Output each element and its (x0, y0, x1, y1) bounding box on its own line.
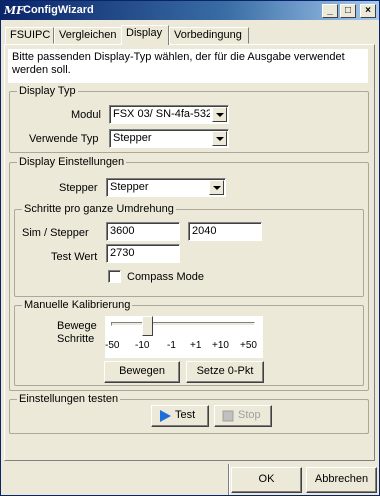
slider-track[interactable] (111, 322, 255, 326)
verwende-typ-label: Verwende Typ (29, 133, 99, 145)
stepper-label: Stepper (59, 182, 98, 194)
compass-mode-label[interactable]: Compass Mode (127, 271, 204, 283)
verwende-typ-select[interactable]: Stepper (109, 129, 229, 148)
footer-divider (228, 464, 230, 495)
stop-button-label: Stop (238, 409, 261, 421)
window-title: ConfigWizard (23, 4, 94, 16)
tab-fsuipc[interactable]: FSUIPC (5, 27, 54, 44)
tab-display[interactable]: Display (121, 25, 169, 45)
modul-select[interactable]: FSX 03/ SN-4fa-532 (109, 105, 229, 124)
play-icon (160, 410, 171, 422)
stepper-steps-input[interactable]: 2040 (188, 222, 262, 241)
maximize-button[interactable]: □ (340, 4, 356, 18)
tick-label: +10 (212, 340, 229, 351)
einstellungen-testen-legend: Einstellungen testen (17, 393, 121, 405)
tick-label: -10 (135, 340, 150, 351)
chevron-down-icon[interactable] (209, 180, 224, 195)
bewege-label: Bewege (57, 320, 97, 332)
test-button-label: Test (175, 409, 196, 421)
chevron-down-icon[interactable] (212, 107, 227, 122)
tick-label: +1 (190, 340, 202, 351)
slider-thumb[interactable] (141, 316, 153, 336)
tick-label: -50 (105, 340, 120, 351)
test-wert-input[interactable]: 2730 (106, 244, 180, 263)
chevron-down-icon[interactable] (212, 131, 227, 146)
app-logo-icon: MF (4, 4, 24, 17)
schritte-legend: Schritte pro ganze Umdrehung (22, 203, 176, 215)
title-bar[interactable]: MF ConfigWizard _ □ × (1, 1, 379, 20)
schritte-label: Schritte (57, 333, 95, 345)
sim-stepper-label: Sim / Stepper (22, 227, 89, 239)
compass-mode-checkbox[interactable] (108, 270, 121, 283)
abbrechen-button[interactable]: Abbrechen (306, 467, 377, 493)
tab-vergleichen[interactable]: Vergleichen (54, 27, 122, 44)
tick-label: -1 (167, 340, 176, 351)
display-typ-legend: Display Typ (17, 85, 78, 97)
config-wizard-window: MF ConfigWizard _ □ × FSUIPC Vergleichen… (0, 0, 380, 496)
setze-0-pkt-button[interactable]: Setze 0-Pkt (186, 361, 264, 383)
tab-vorbedingung[interactable]: Vorbedingung (169, 27, 249, 44)
display-einstellungen-legend: Display Einstellungen (17, 156, 127, 168)
test-wert-label: Test Wert (51, 251, 98, 263)
close-button[interactable]: × (360, 4, 376, 18)
tick-label: +50 (240, 340, 257, 351)
stepper-select-value: Stepper (110, 181, 149, 193)
modul-select-value: FSX 03/ SN-4fa-532 (113, 108, 210, 120)
bewegen-button[interactable]: Bewegen (104, 361, 180, 383)
calibration-slider[interactable]: -50 -10 -1 +1 +10 +50 (105, 316, 263, 358)
sim-steps-input[interactable]: 3600 (106, 222, 180, 241)
modul-label: Modul (71, 109, 101, 121)
description-text: Bitte passenden Display-Typ wählen, der … (8, 49, 368, 83)
stepper-select[interactable]: Stepper (106, 178, 226, 197)
minimize-button[interactable]: _ (322, 4, 338, 18)
kalibrierung-legend: Manuelle Kalibrierung (22, 299, 133, 311)
ok-button[interactable]: OK (231, 467, 302, 493)
verwende-typ-value: Stepper (113, 132, 152, 144)
stop-button[interactable]: Stop (214, 405, 272, 427)
stop-icon (222, 410, 234, 422)
test-button[interactable]: Test (151, 405, 209, 427)
